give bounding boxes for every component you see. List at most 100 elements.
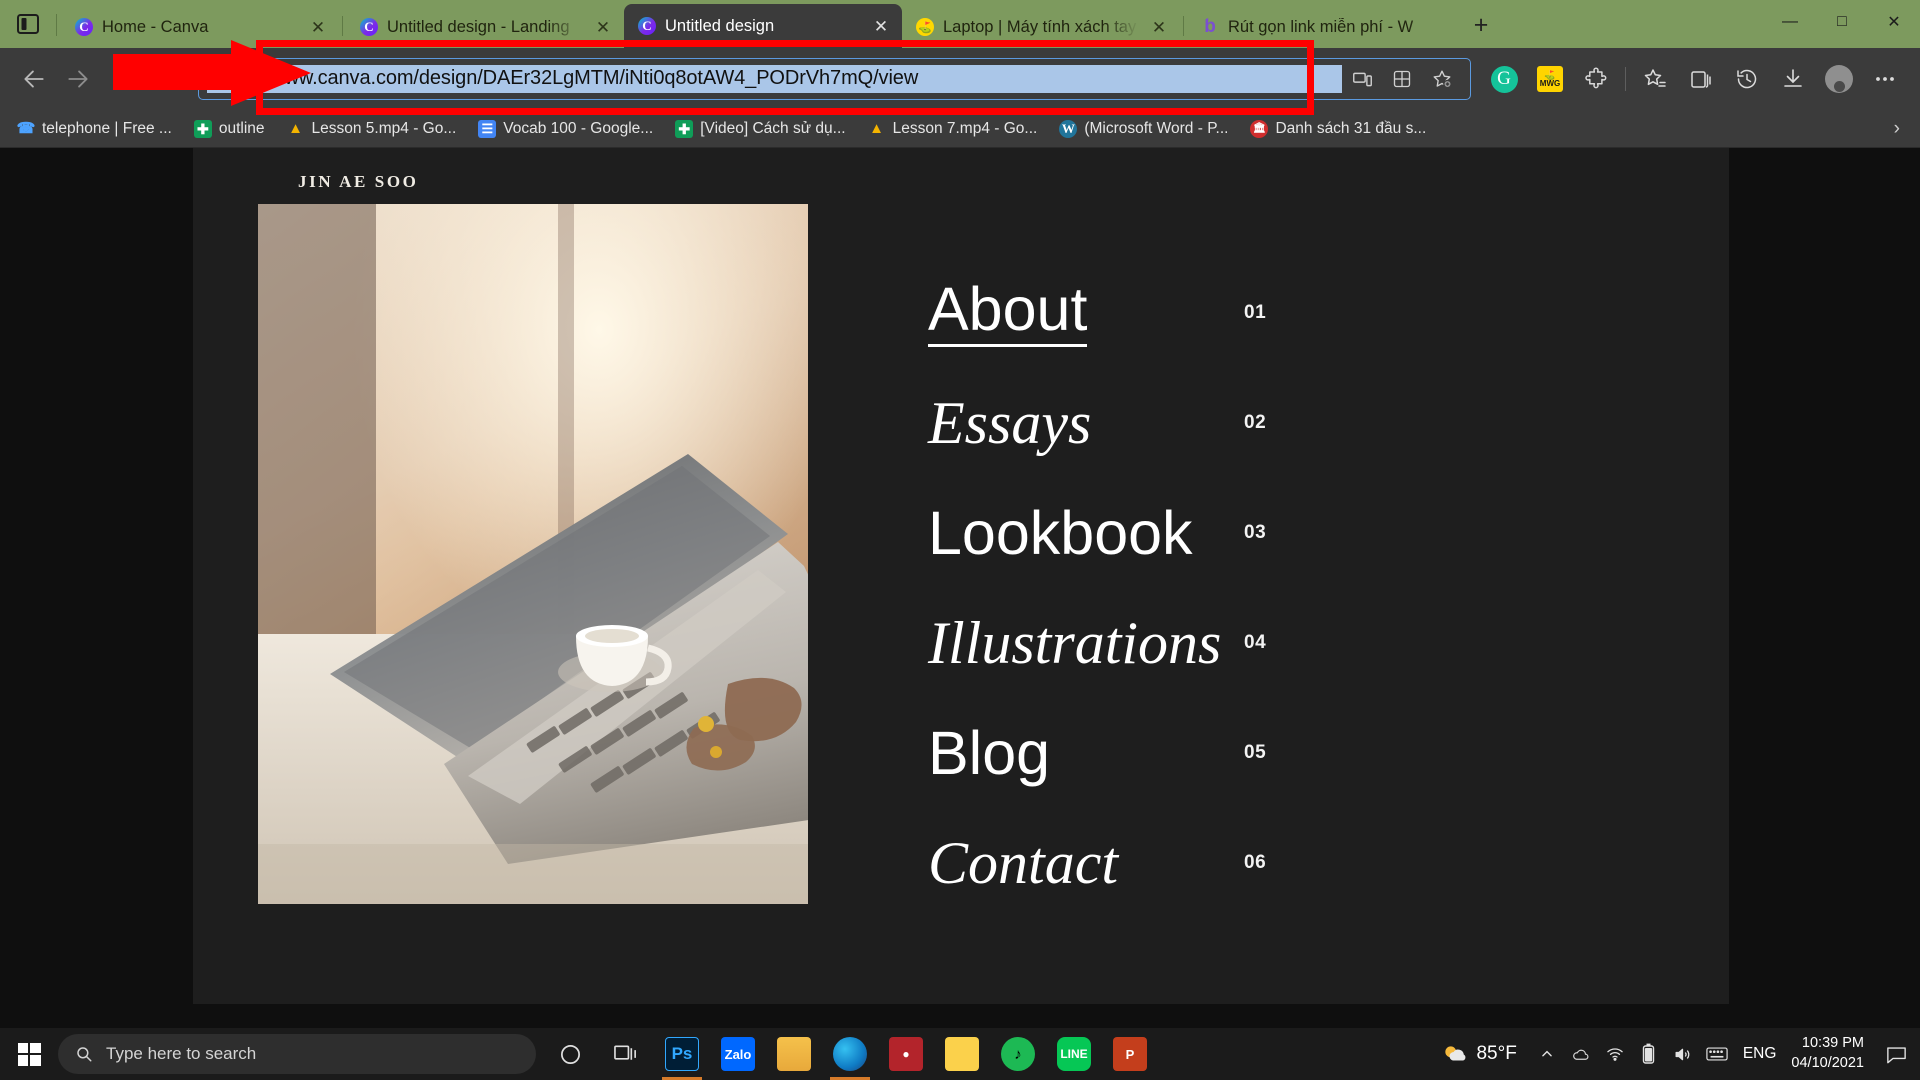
page-viewport: JIN AE SOO (0, 148, 1920, 1028)
bookmark-item[interactable]: ☰ Vocab 100 - Google... (469, 117, 662, 141)
back-icon[interactable] (12, 57, 56, 101)
taskbar-app-photoshop[interactable]: Ps (654, 1028, 710, 1080)
extensions-puzzle-icon[interactable] (1573, 56, 1619, 102)
grammarly-extension-icon[interactable]: G (1481, 56, 1527, 102)
task-view-icon (614, 1043, 639, 1065)
profile-avatar[interactable] (1816, 56, 1862, 102)
bookmark-label: (Microsoft Word - P... (1084, 120, 1228, 138)
grammarly-glyph: G (1491, 66, 1518, 93)
minimize-icon[interactable]: — (1764, 0, 1816, 44)
menu-item-number: 02 (1244, 412, 1266, 434)
bookmark-item[interactable]: W (Microsoft Word - P... (1050, 117, 1237, 141)
bookmark-item[interactable]: ✚ outline (185, 117, 274, 141)
bookmarks-overflow-chevron-icon[interactable]: › (1882, 118, 1912, 140)
bookmark-label: Lesson 5.mp4 - Go... (312, 120, 457, 138)
bookmark-label: Danh sách 31 đầu s... (1275, 120, 1426, 138)
favorites-icon[interactable] (1632, 56, 1678, 102)
mwg-glyph: ⛳ MWG (1537, 66, 1563, 92)
browser-tab-4[interactable]: b Rút gọn link miễn phí - W (1187, 6, 1457, 48)
collections-icon[interactable] (1678, 56, 1724, 102)
taskbar-app-sticky-notes[interactable] (934, 1028, 990, 1080)
keyboard-icon[interactable] (1700, 1028, 1734, 1080)
menu-item-label: Contact (928, 833, 1118, 893)
taskbar-app-zalo[interactable]: Zalo (710, 1028, 766, 1080)
taskbar-app-pdf[interactable]: ● (878, 1028, 934, 1080)
spotify-icon: ♪ (1001, 1037, 1035, 1071)
menu-item-label: Lookbook (928, 503, 1193, 564)
search-input[interactable]: Type here to search (58, 1034, 536, 1074)
split-screen-icon[interactable] (1382, 59, 1422, 99)
avatar (1825, 65, 1853, 93)
maximize-icon[interactable]: □ (1816, 0, 1868, 44)
taskbar-app-line[interactable]: LINE (1046, 1028, 1102, 1080)
close-icon[interactable]: ✕ (307, 16, 329, 38)
downloads-icon[interactable] (1770, 56, 1816, 102)
bookmark-item[interactable]: ▲ Lesson 5.mp4 - Go... (278, 117, 466, 141)
menu-item-number: 06 (1244, 852, 1266, 874)
toolbar-divider (1625, 67, 1626, 91)
laptop-photo-graphic (258, 204, 808, 904)
cast-device-icon[interactable] (1342, 59, 1382, 99)
taskbar-app-powerpoint[interactable]: P (1102, 1028, 1158, 1080)
menu-item-contact[interactable]: Contact 06 (928, 808, 1348, 918)
taskbar-app-file-explorer[interactable] (766, 1028, 822, 1080)
system-tray: 85°F ENG 10:39 PM 04/10/2021 (1435, 1028, 1920, 1080)
notifications-button[interactable] (1876, 1028, 1916, 1080)
add-favorite-icon[interactable] (1422, 59, 1462, 99)
menu-item-label: Essays (928, 393, 1091, 453)
bookmark-item[interactable]: ✚ [Video] Cách sử dụ... (666, 117, 854, 141)
bookmark-item[interactable]: ☎ telephone | Free ... (8, 117, 181, 141)
tab-divider (1183, 16, 1184, 36)
menu-item-about[interactable]: About 01 (928, 258, 1348, 368)
battery-icon[interactable] (1632, 1028, 1666, 1080)
menu-item-lookbook[interactable]: Lookbook 03 (928, 478, 1348, 588)
close-icon[interactable]: ✕ (870, 15, 892, 37)
mwg-extension-icon[interactable]: ⛳ MWG (1527, 56, 1573, 102)
cortana-button[interactable] (542, 1028, 598, 1080)
start-button[interactable] (0, 1028, 58, 1080)
language-indicator[interactable]: ENG (1734, 1028, 1786, 1080)
telephone-favicon: ☎ (17, 120, 35, 138)
windows-taskbar: Type here to search Ps Zalo ● ♪ LINE P 8… (0, 1028, 1920, 1080)
bookmark-label: outline (219, 120, 265, 138)
search-icon (75, 1045, 93, 1063)
browser-tab-1[interactable]: C Untitled design - Landing ✕ (346, 6, 624, 48)
close-window-icon[interactable]: ✕ (1868, 0, 1920, 44)
window-controls: — □ ✕ (1764, 0, 1920, 48)
tab-title: Untitled design - Landing (387, 18, 583, 37)
taskbar-app-spotify[interactable]: ♪ (990, 1028, 1046, 1080)
menu-item-illustrations[interactable]: Illustrations 04 (928, 588, 1348, 698)
bookmark-item[interactable]: 🏛 Danh sách 31 đầu s... (1241, 117, 1435, 141)
taskbar-app-edge[interactable] (822, 1028, 878, 1080)
windows-logo-icon (18, 1043, 41, 1066)
tab-title: Rút gọn link miễn phí - W (1228, 18, 1447, 37)
browser-tab-3[interactable]: ⛳ Laptop | Máy tính xách tay ✕ (902, 6, 1180, 48)
menu-item-essays[interactable]: Essays 02 (928, 368, 1348, 478)
close-icon[interactable]: ✕ (592, 16, 614, 38)
address-bar[interactable]: https://www.canva.com/design/DAEr32LgMTM… (198, 58, 1471, 100)
new-tab-button[interactable]: + (1461, 5, 1501, 45)
onedrive-icon[interactable] (1564, 1028, 1598, 1080)
forward-icon[interactable] (56, 57, 100, 101)
cortana-icon (559, 1043, 582, 1066)
clock-widget[interactable]: 10:39 PM 04/10/2021 (1785, 1034, 1876, 1073)
history-icon[interactable] (1724, 56, 1770, 102)
settings-more-icon[interactable] (1862, 56, 1908, 102)
tab-actions-button[interactable] (0, 0, 56, 48)
university-icon: 🏛 (1250, 120, 1268, 138)
url-text[interactable]: https://www.canva.com/design/DAEr32LgMTM… (207, 65, 1342, 93)
wifi-icon[interactable] (1598, 1028, 1632, 1080)
show-hidden-icons-chevron-icon[interactable] (1530, 1028, 1564, 1080)
task-view-button[interactable] (598, 1028, 654, 1080)
volume-icon[interactable] (1666, 1028, 1700, 1080)
menu-item-blog[interactable]: Blog 05 (928, 698, 1348, 808)
photoshop-icon: Ps (665, 1037, 699, 1071)
bookmarks-bar: ☎ telephone | Free ... ✚ outline ▲ Lesso… (0, 110, 1920, 148)
bookmark-item[interactable]: ▲ Lesson 7.mp4 - Go... (859, 117, 1047, 141)
close-icon[interactable]: ✕ (1148, 16, 1170, 38)
canva-icon: C (360, 18, 378, 36)
browser-tab-2-active[interactable]: C Untitled design ✕ (624, 4, 902, 48)
tab-title: Home - Canva (102, 18, 298, 37)
mwg-icon: ⛳ (916, 18, 934, 36)
weather-widget[interactable]: 85°F (1435, 1041, 1529, 1067)
